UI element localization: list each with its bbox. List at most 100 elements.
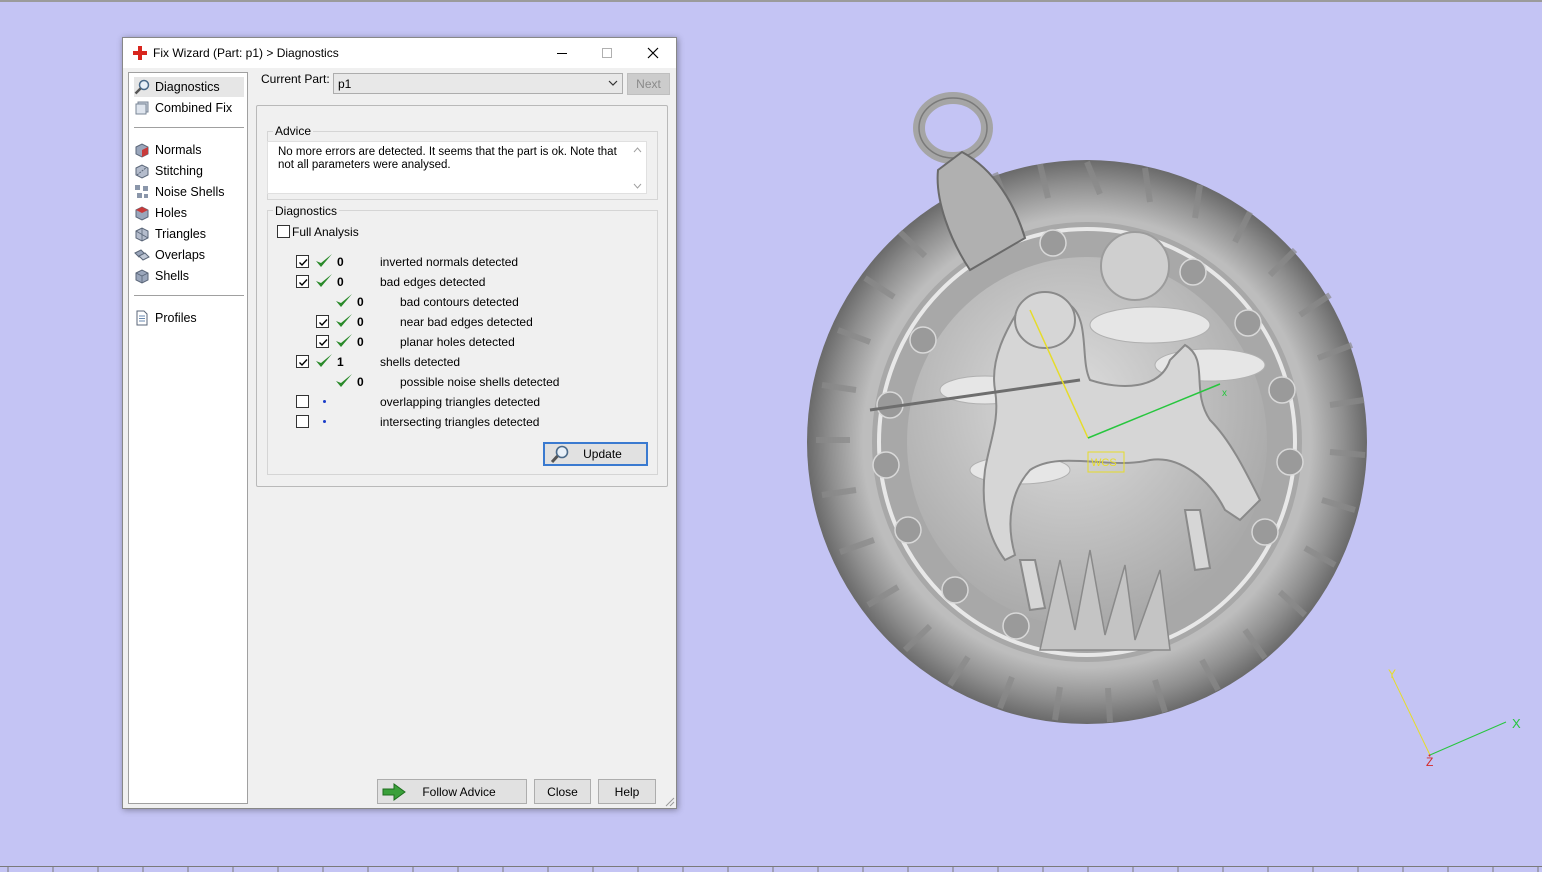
top-border [0,0,1542,2]
row-checkbox-inverted-normals[interactable] [296,255,309,268]
label-overlapping-triangles: overlapping triangles detected [380,395,541,409]
triangles-icon [135,227,149,242]
shells-icon [135,269,149,284]
next-button-label: Next [636,77,661,91]
unknown-status-dot [323,420,326,423]
holes-icon [135,206,149,221]
sidebar-item-stitching[interactable]: Stitching [134,161,244,181]
sidebar-item-label: Triangles [155,227,206,241]
maximize-button[interactable] [585,38,629,68]
sidebar-divider [134,295,244,296]
row-checkbox-shells[interactable] [296,355,309,368]
checkmark-icon [319,319,328,327]
triad-y-label: Y [1388,667,1396,681]
normals-cube-icon [135,143,149,158]
model-viewport[interactable]: WCS x [790,90,1390,740]
sidebar-divider [134,127,244,128]
checkmark-icon [299,259,308,267]
close-button[interactable]: Close [534,779,591,804]
advice-title: Advice [273,124,314,138]
sidebar-item-label: Holes [155,206,187,220]
close-window-button[interactable] [631,38,675,68]
close-button-label: Close [547,784,578,799]
sidebar-item-overlaps[interactable]: Overlaps [134,245,244,265]
axis-triad: Y X Z [1388,667,1521,769]
maximize-icon [602,48,612,58]
current-part-label: Current Part: [261,72,330,86]
advice-scrollbar[interactable] [630,143,645,193]
sidebar-item-shells[interactable]: Shells [134,266,244,286]
advice-textbox[interactable]: No more errors are detected. It seems th… [267,141,647,194]
follow-advice-button[interactable]: Follow Advice [377,779,527,804]
help-button[interactable]: Help [598,779,656,804]
label-planar-holes: planar holes detected [400,335,515,349]
full-analysis-checkbox[interactable] [277,225,290,238]
wcs-x-label: x [1222,388,1227,399]
magnifier-icon [134,79,150,95]
pendant-bail-outline [918,97,988,159]
minimize-icon [557,53,567,54]
sidebar-item-label: Shells [155,269,190,283]
label-shells: shells detected [380,355,461,369]
label-bad-contours: bad contours detected [400,295,519,309]
green-check-icon [316,274,332,287]
sidebar-item-holes[interactable]: Holes [134,203,244,223]
resize-grip-icon[interactable] [663,795,675,807]
sidebar-item-label: Normals [155,143,202,157]
update-button[interactable]: Update [543,442,648,466]
sidebar-item-label: Overlaps [155,248,206,262]
checkmark-icon [299,279,308,287]
unknown-status-dot [323,400,326,403]
checkmark-icon [299,359,308,367]
green-check-icon [316,254,332,267]
sidebar-item-noise-shells[interactable]: Noise Shells [134,182,244,202]
document-icon [136,310,148,326]
sidebar-item-profiles[interactable]: Profiles [134,308,244,328]
row-checkbox-planar-holes[interactable] [316,335,329,348]
row-checkbox-intersecting-triangles[interactable] [296,415,309,428]
help-button-label: Help [614,784,640,799]
update-button-label: Update [583,447,622,461]
cube-stack-icon [135,101,149,115]
sidebar-item-label: Combined Fix [155,101,233,115]
sidebar-item-combined-fix[interactable]: Combined Fix [134,98,244,118]
green-check-icon [336,334,352,347]
row-checkbox-overlapping-triangles[interactable] [296,395,309,408]
count-shells: 1 [337,355,344,369]
wizard-sidebar: Diagnostics Combined Fix Normals Stitchi… [128,72,248,804]
sidebar-item-diagnostics[interactable]: Diagnostics [134,77,244,97]
count-bad-contours: 0 [357,295,364,309]
checkmark-icon [319,339,328,347]
green-check-icon [316,354,332,367]
count-near-bad-edges: 0 [357,315,364,329]
count-bad-edges: 0 [337,275,344,289]
close-icon [647,47,659,59]
sidebar-item-label: Stitching [155,164,203,178]
count-planar-holes: 0 [357,335,364,349]
noise-shells-icon [135,185,148,198]
current-part-select[interactable]: p1 [333,73,623,94]
green-check-icon [336,314,352,327]
chevron-down-icon [608,80,618,86]
sidebar-item-label: Diagnostics [155,80,220,94]
full-analysis-label: Full Analysis [292,225,359,239]
current-part-value: p1 [338,77,352,91]
arrow-right-icon [382,783,406,801]
red-cross-icon [133,46,147,60]
title-bar[interactable]: Fix Wizard (Part: p1) > Diagnostics [123,38,676,68]
overlaps-icon [134,249,150,261]
sidebar-item-normals[interactable]: Normals [134,140,244,160]
relief-moon [1100,231,1170,301]
minimize-button[interactable] [540,38,584,68]
fix-wizard-dialog: Fix Wizard (Part: p1) > Diagnostics Diag… [122,37,677,809]
sidebar-item-triangles[interactable]: Triangles [134,224,244,244]
next-button[interactable]: Next [627,73,670,95]
label-noise-shells: possible noise shells detected [400,375,560,389]
row-checkbox-bad-edges[interactable] [296,275,309,288]
green-check-icon [336,374,352,387]
count-inverted-normals: 0 [337,255,344,269]
sidebar-item-label: Profiles [155,311,197,325]
count-noise-shells: 0 [357,375,364,389]
diagnostics-title: Diagnostics [273,204,340,218]
row-checkbox-near-bad-edges[interactable] [316,315,329,328]
